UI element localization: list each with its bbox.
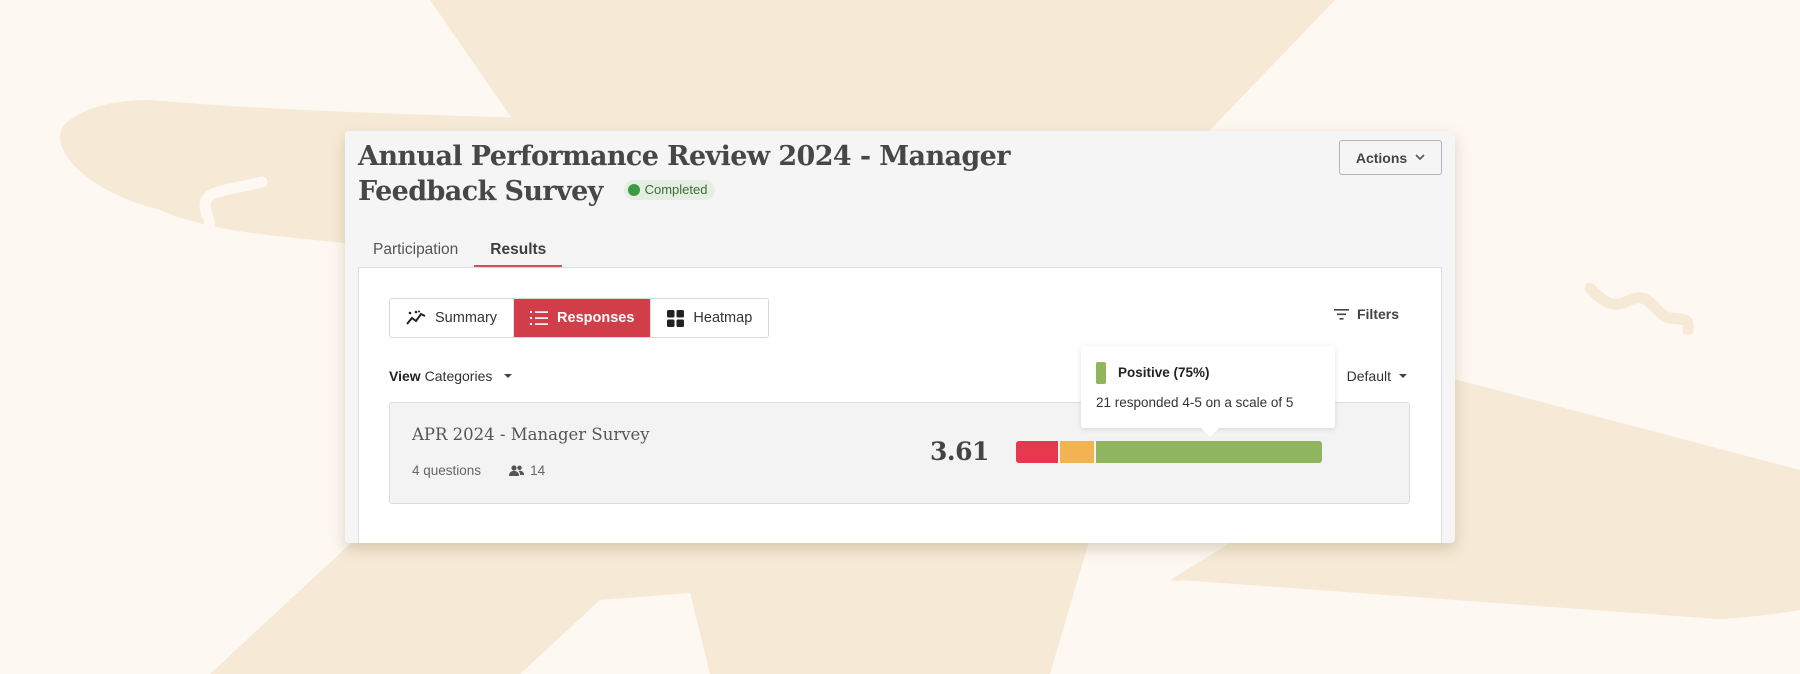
status-dot-icon <box>627 183 640 196</box>
tooltip-title: Positive (75%) <box>1118 365 1210 380</box>
caret-down-icon <box>1399 374 1407 378</box>
actions-label: Actions <box>1355 149 1408 166</box>
sort-value: Default <box>1346 368 1391 384</box>
view-switcher: Summary Responses Heatmap <box>389 298 770 338</box>
caret-down-icon <box>504 374 513 378</box>
responses-button[interactable]: Responses <box>513 299 651 337</box>
heatmap-button[interactable]: Heatmap <box>650 299 769 337</box>
tab-participation[interactable]: Participation <box>373 241 474 265</box>
status-label: Completed <box>644 182 708 197</box>
people-icon <box>509 465 525 476</box>
list-icon <box>530 311 549 325</box>
view-selector[interactable]: View Categories <box>389 368 513 384</box>
page-title: Annual Performance Review 2024 - Manager… <box>358 139 1078 209</box>
heatmap-label: Heatmap <box>693 310 753 326</box>
filter-icon <box>1333 308 1349 320</box>
view-prefix: View <box>389 368 421 384</box>
survey-results-card: Annual Performance Review 2024 - Manager… <box>345 131 1455 543</box>
grid-icon <box>667 309 685 327</box>
tooltip-body: 21 responded 4-5 on a scale of 5 <box>1096 395 1294 410</box>
tab-results[interactable]: Results <box>474 241 563 268</box>
question-count: 4 questions <box>412 463 482 478</box>
view-value: Categories <box>424 368 493 384</box>
chevron-down-icon <box>1415 154 1425 161</box>
trend-sparkle-icon <box>406 310 426 325</box>
tab-bar: Participation Results <box>373 241 563 268</box>
bar-segment-negative[interactable] <box>1016 441 1059 463</box>
category-meta: 4 questions 14 <box>412 463 545 478</box>
response-distribution-bar <box>1016 441 1322 463</box>
actions-button[interactable]: Actions <box>1339 140 1442 175</box>
responses-label: Responses <box>557 310 635 326</box>
summary-button[interactable]: Summary <box>390 299 514 337</box>
distribution-tooltip: Positive (75%) 21 responded 4-5 on a sca… <box>1081 346 1335 437</box>
sort-selector[interactable]: Default <box>1347 368 1407 384</box>
filters-label: Filters <box>1356 306 1399 322</box>
participant-count: 14 <box>530 463 546 478</box>
category-title: APR 2024 - Manager Survey <box>412 425 650 444</box>
filters-button[interactable]: Filters <box>1333 306 1399 322</box>
summary-label: Summary <box>435 310 498 326</box>
tooltip-color-swatch <box>1096 362 1106 384</box>
bar-segment-positive[interactable] <box>1095 441 1322 463</box>
status-badge: Completed <box>623 179 716 200</box>
average-score: 3.61 <box>930 437 989 466</box>
squiggle-right <box>1584 282 1694 336</box>
bar-segment-neutral[interactable] <box>1060 441 1094 463</box>
